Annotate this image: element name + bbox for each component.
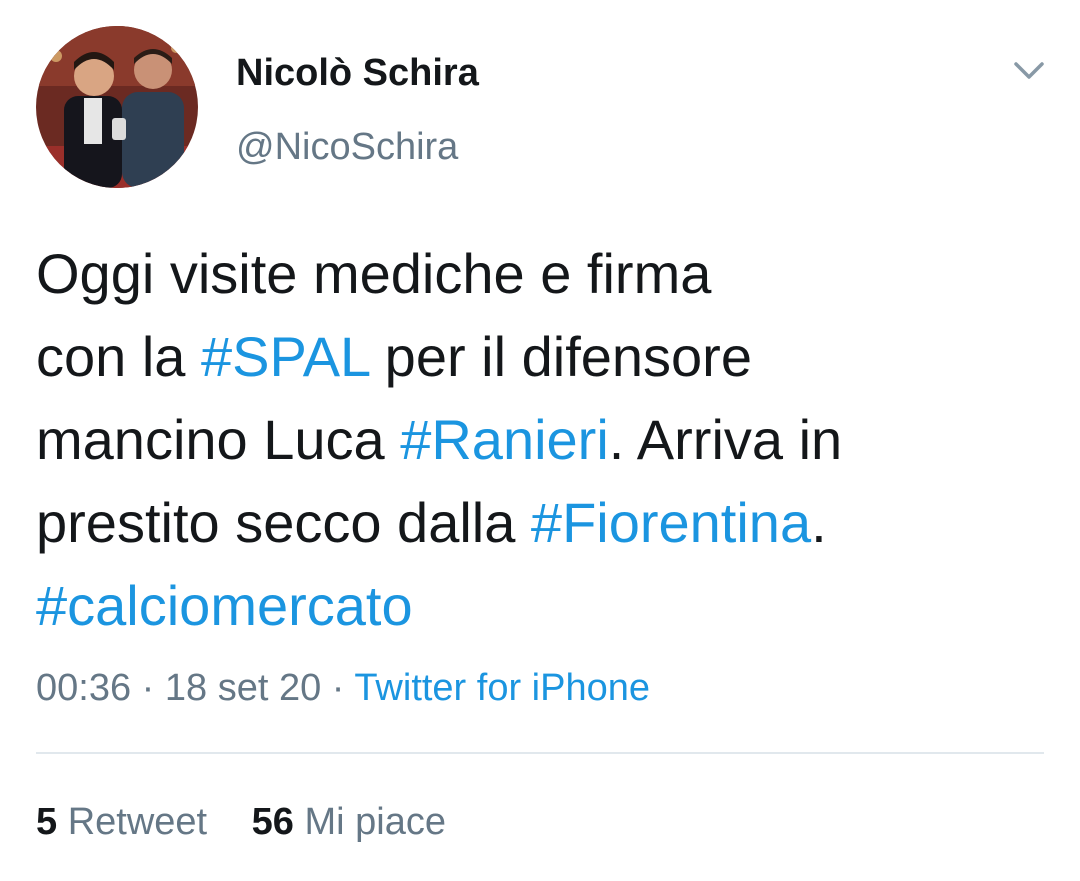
hashtag-spal-link[interactable]: #SPAL [201, 325, 369, 388]
tweet-text-segment: con la [36, 325, 201, 388]
meta-separator: · [131, 667, 165, 709]
likes-count: 56 [251, 801, 294, 843]
tweet-text-segment: . Arriva in [608, 408, 843, 471]
tweet-line: con la #SPAL per il difensore [36, 315, 1046, 398]
hashtag-ranieri-link[interactable]: #Ranieri [400, 408, 609, 471]
tweet-text-segment: per il difensore [369, 325, 752, 388]
tweet-stats: 5 Retweet 56 Mi piace [36, 798, 446, 846]
chevron-down-icon[interactable] [1008, 52, 1050, 88]
tweet-line: Oggi visite mediche e firma [36, 232, 1046, 315]
divider [36, 752, 1044, 754]
retweets-stat[interactable]: 5 Retweet [36, 798, 207, 846]
retweets-label: Retweet [67, 801, 208, 843]
author-handle[interactable]: @NicoSchira [236, 124, 458, 170]
tweet-text-segment: mancino Luca [36, 408, 401, 471]
tweet-text: Oggi visite mediche e firma con la #SPAL… [36, 232, 1046, 647]
likes-stat[interactable]: 56 Mi piace [252, 798, 446, 846]
avatar-photo [36, 26, 198, 188]
tweet-source-link[interactable]: Twitter for iPhone [354, 667, 650, 709]
tweet-text-segment: Oggi visite mediche e firma [36, 242, 712, 305]
tweet-date: 18 set 20 [164, 667, 322, 709]
likes-label: Mi piace [304, 801, 447, 843]
tweet-line: #calciomercato [36, 564, 1046, 647]
tweet-line: mancino Luca #Ranieri. Arriva in [36, 398, 1046, 481]
tweet-line: prestito secco dalla #Fiorentina. [36, 481, 1046, 564]
hashtag-fiorentina-link[interactable]: #Fiorentina [531, 491, 811, 554]
retweets-count: 5 [36, 801, 58, 843]
tweet-text-segment: prestito secco dalla [36, 491, 531, 554]
avatar[interactable] [36, 26, 198, 188]
tweet-meta: 00:36 · 18 set 20 · Twitter for iPhone [36, 664, 650, 712]
meta-separator: · [321, 667, 355, 709]
tweet-text-segment: . [811, 491, 827, 554]
author-display-name[interactable]: Nicolò Schira [236, 50, 479, 96]
hashtag-calciomercato-link[interactable]: #calciomercato [36, 574, 413, 637]
tweet-time: 00:36 [36, 667, 132, 709]
